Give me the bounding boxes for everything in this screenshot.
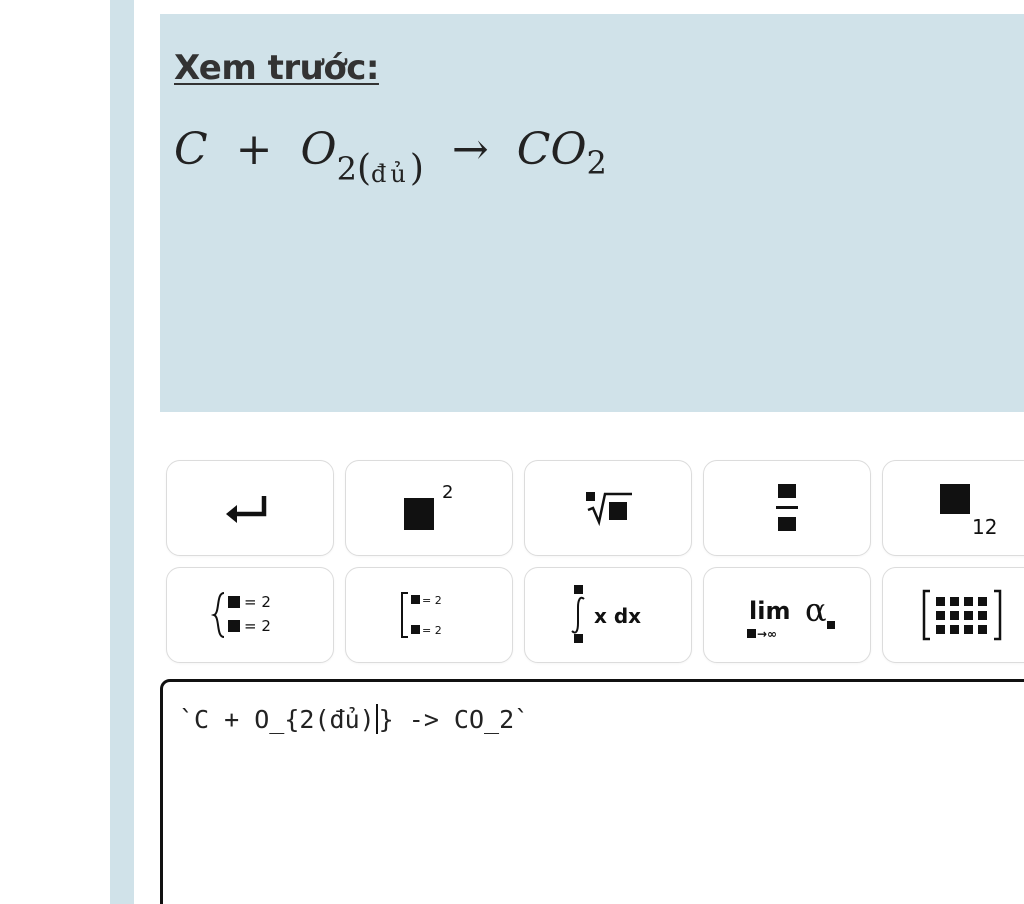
preview-heading: Xem trước: [174,48,379,88]
formula-note: đủ [371,160,410,188]
formula-editor-input[interactable]: `C + O_{2(đủ)} -> CO_2` [160,679,1024,904]
matrix-button[interactable] [882,567,1024,663]
left-rail [110,0,134,904]
subscript-label: 12 [972,515,997,538]
bracket-system-button[interactable]: = 2 = 2 [345,567,513,663]
editor-text-after-caret: } -> CO_2` [378,705,530,734]
formula-note-close: ) [409,148,424,189]
editor-text-before-caret: `C + O_{2(đủ) [179,705,375,734]
svg-text:→∞: →∞ [757,627,777,641]
enter-icon [226,496,267,523]
formula-co-subscript: 2 [586,144,607,182]
limit-button[interactable]: lim →∞ α [703,567,871,663]
bracket-system-label-1: = 2 [422,594,442,607]
equation-system-button[interactable]: = 2 = 2 [166,567,334,663]
subscript-icon: 12 [940,484,997,538]
matrix-icon [922,589,1002,641]
superscript-label: 2 [442,482,453,503]
text-caret [375,704,378,734]
formula-o: O [300,124,337,175]
equation-system-label-1: = 2 [244,593,271,611]
limit-icon: lim →∞ α [747,591,835,641]
nth-root-button[interactable] [524,460,692,556]
limit-symbol: α [805,591,827,629]
superscript-button[interactable]: 2 [345,460,513,556]
formula-arrow: → [451,124,489,175]
formula-c: C [174,124,208,175]
integral-icon: x dx [571,585,641,643]
fraction-button[interactable] [703,460,871,556]
editor-text: `C + O_{2(đủ)} -> CO_2` [179,704,529,734]
page: Xem trước: C + O2(đủ) → CO2 2 12 = 2 = 2… [0,0,1024,904]
enter-button[interactable] [166,460,334,556]
bracket-system-label-2: = 2 [422,624,442,637]
fraction-icon [776,484,798,531]
formula-plus: + [235,124,273,175]
limit-label: lim [749,597,790,625]
nth-root-icon [586,492,632,527]
preview-panel: Xem trước: C + O2(đủ) → CO2 [160,14,1024,412]
equation-system-label-2: = 2 [244,617,271,635]
subscript-button[interactable]: 12 [882,460,1024,556]
formula-o-subscript: 2 [336,150,357,188]
superscript-icon: 2 [404,482,453,530]
formula-note-open: ( [356,148,372,189]
bracket-system-icon: = 2 = 2 [401,592,442,638]
formula-co: CO [516,124,587,175]
integral-button[interactable]: x dx [524,567,692,663]
equation-system-icon: = 2 = 2 [210,592,271,638]
integral-label: x dx [594,604,641,628]
formula-preview: C + O2(đủ) → CO2 [174,122,607,189]
